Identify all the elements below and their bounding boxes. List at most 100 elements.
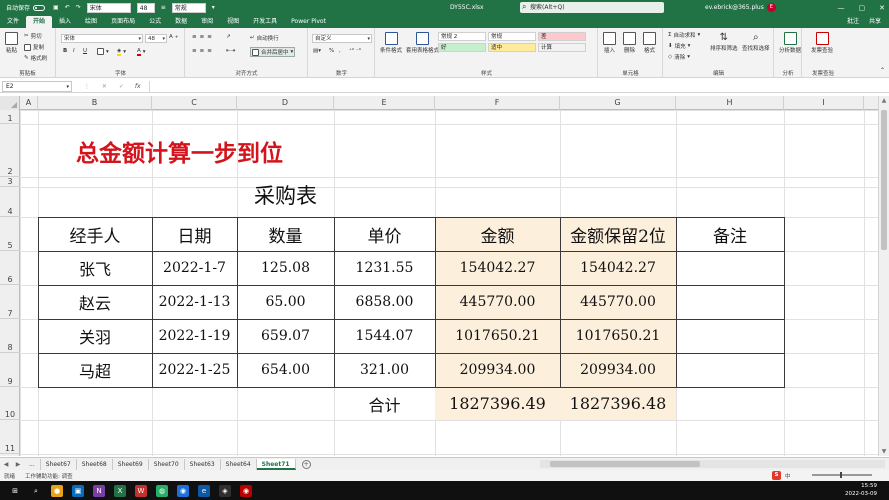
collapse-ribbon-icon[interactable]: ⌃ bbox=[880, 67, 885, 74]
table-cell[interactable]: 209934.00 bbox=[560, 353, 676, 387]
ribbon-tab[interactable]: 开发工具 bbox=[246, 16, 284, 28]
bold-button[interactable]: B bbox=[63, 48, 67, 54]
orientation-button[interactable]: ↗ bbox=[226, 34, 231, 40]
table-cell[interactable]: 1017650.21 bbox=[435, 319, 560, 353]
table-header-cell[interactable]: 金额 bbox=[435, 217, 560, 251]
zoom-slider[interactable] bbox=[812, 472, 872, 478]
insert-cells-button[interactable]: 插入 bbox=[603, 32, 616, 54]
decimal-buttons[interactable]: ⁺⁰ ⁻⁰ bbox=[349, 48, 361, 54]
fill-color-button[interactable]: ◈ ▾ bbox=[117, 48, 126, 56]
row-header[interactable]: 3 bbox=[0, 177, 20, 187]
cell-style-option[interactable]: 适中 bbox=[488, 43, 536, 52]
sheet-tab[interactable]: Sheet63 bbox=[185, 458, 221, 470]
wechat-icon[interactable]: ◍ bbox=[156, 484, 168, 497]
sheet-tab[interactable]: Sheet71 bbox=[256, 458, 296, 470]
sheet-tab-ellipsis[interactable]: ... bbox=[24, 458, 41, 470]
row-header[interactable]: 4 bbox=[0, 187, 20, 217]
column-header[interactable]: B bbox=[38, 96, 152, 110]
sheet-tab[interactable]: Sheet67 bbox=[41, 458, 77, 470]
close-button[interactable]: ✕ bbox=[879, 4, 885, 12]
ribbon-tab[interactable]: 绘图 bbox=[78, 16, 104, 28]
border-button[interactable]: ▾ bbox=[97, 48, 109, 55]
qa-font-box[interactable]: 宋体 bbox=[86, 2, 131, 13]
percent-button[interactable]: % bbox=[329, 48, 334, 54]
row-header[interactable]: 8 bbox=[0, 319, 20, 353]
copy-button[interactable]: 复制 bbox=[24, 43, 44, 51]
table-cell[interactable]: 2022-1-13 bbox=[152, 285, 237, 319]
vertical-align-buttons[interactable]: ≡≡≡ bbox=[192, 34, 215, 40]
record-icon[interactable]: ◉ bbox=[240, 484, 252, 497]
chrome-icon[interactable]: ● bbox=[51, 484, 63, 497]
save-icon[interactable]: ▣ bbox=[53, 4, 59, 11]
table-cell[interactable]: 65.00 bbox=[237, 285, 334, 319]
conditional-format-button[interactable]: 条件格式 bbox=[380, 32, 402, 54]
format-as-table-button[interactable]: 套用表格格式 bbox=[406, 32, 439, 54]
row-header[interactable]: 7 bbox=[0, 285, 20, 319]
share-button[interactable]: 共享 bbox=[869, 16, 881, 28]
ribbon-tab[interactable]: Power Pivot bbox=[284, 16, 333, 28]
table-cell[interactable]: 445770.00 bbox=[560, 285, 676, 319]
indent-buttons[interactable]: ⇤⇥ bbox=[226, 48, 235, 54]
column-header[interactable]: F bbox=[435, 96, 560, 110]
worksheet-grid[interactable]: 总金额计算一步到位 采购表 经手人 日期 数量 单价 金额 金额保留2位 备注 张飞 2022-1-… bbox=[20, 110, 878, 456]
table-header-cell[interactable]: 金额保留2位 bbox=[560, 217, 676, 251]
fill-button[interactable]: ⬇ 填充 ▾ bbox=[668, 42, 690, 50]
autosave-toggle[interactable] bbox=[33, 4, 46, 11]
column-header[interactable]: A bbox=[20, 96, 38, 110]
font-size-select[interactable]: 48 bbox=[145, 34, 167, 43]
qa-format-box[interactable]: 常规 bbox=[171, 2, 206, 13]
cell-style-option[interactable]: 常规 bbox=[488, 32, 536, 41]
onenote-icon[interactable]: N bbox=[93, 484, 105, 497]
windows-start-icon[interactable]: ⊞ bbox=[9, 485, 21, 497]
column-header[interactable]: E bbox=[334, 96, 435, 110]
table-cell[interactable]: 2022-1-19 bbox=[152, 319, 237, 353]
total-label[interactable]: 合计 bbox=[334, 387, 435, 420]
table-cell[interactable]: 1231.55 bbox=[334, 251, 435, 285]
accounting-button[interactable]: ▤▾ bbox=[313, 48, 321, 54]
sheet-tab[interactable]: Sheet64 bbox=[221, 458, 257, 470]
format-cells-button[interactable]: 格式 bbox=[643, 32, 656, 54]
cut-button[interactable]: ✂ 剪切 bbox=[24, 32, 42, 40]
table-cell[interactable]: 6858.00 bbox=[334, 285, 435, 319]
table-cell[interactable] bbox=[676, 319, 784, 353]
vertical-scrollbar[interactable]: ▲ ▼ bbox=[878, 96, 889, 456]
column-header[interactable]: C bbox=[152, 96, 237, 110]
user-account[interactable]: ev.ebrick@365.plus E bbox=[705, 3, 776, 12]
align-icon[interactable]: ≡ bbox=[161, 4, 166, 11]
name-box[interactable]: E2 bbox=[2, 80, 72, 92]
grow-font-button[interactable]: A + bbox=[169, 34, 179, 40]
horizontal-align-buttons[interactable]: ≡≡≡ bbox=[192, 48, 215, 54]
sheet-tab[interactable]: Sheet69 bbox=[113, 458, 149, 470]
table-cell[interactable]: 654.00 bbox=[237, 353, 334, 387]
table-header-cell[interactable]: 日期 bbox=[152, 217, 237, 251]
ime-indicator[interactable]: S 中 bbox=[772, 471, 791, 480]
wrap-text-button[interactable]: ↵ 自动换行 bbox=[250, 34, 279, 42]
delete-cells-button[interactable]: 删除 bbox=[623, 32, 636, 54]
invoice-check-button[interactable]: 发票查验 bbox=[811, 32, 833, 54]
comma-button[interactable]: , bbox=[339, 48, 341, 54]
table-cell[interactable]: 马超 bbox=[38, 353, 152, 387]
table-cell[interactable]: 321.00 bbox=[334, 353, 435, 387]
table-cell[interactable]: 659.07 bbox=[237, 319, 334, 353]
table-header-cell[interactable]: 数量 bbox=[237, 217, 334, 251]
autosum-button[interactable]: Σ 自动求和 ▾ bbox=[668, 31, 700, 39]
autosave[interactable]: 自动保存 bbox=[6, 3, 46, 12]
column-header[interactable]: H bbox=[676, 96, 784, 110]
table-cell[interactable]: 2022-1-25 bbox=[152, 353, 237, 387]
ribbon-tab[interactable]: 视图 bbox=[220, 16, 246, 28]
number-format-select[interactable]: 自定义 bbox=[312, 34, 372, 43]
sheet-tab[interactable]: Sheet68 bbox=[77, 458, 113, 470]
table-cell[interactable]: 209934.00 bbox=[435, 353, 560, 387]
undo-icon[interactable]: ↶ bbox=[65, 4, 70, 11]
table-cell[interactable]: 张飞 bbox=[38, 251, 152, 285]
row-header[interactable]: 10 bbox=[0, 387, 20, 420]
table-cell[interactable]: 关羽 bbox=[38, 319, 152, 353]
merge-center-button[interactable]: 合并后居中 ▾ bbox=[250, 47, 296, 57]
cell-style-option[interactable]: 好 bbox=[438, 43, 486, 52]
horizontal-scroll-thumb[interactable] bbox=[550, 461, 700, 467]
row-header[interactable]: 2 bbox=[0, 124, 20, 177]
table-cell[interactable]: 445770.00 bbox=[435, 285, 560, 319]
find-select-button[interactable]: ⌕ 查找和选择 bbox=[742, 32, 770, 52]
sort-filter-button[interactable]: ⇅ 排序和筛选 bbox=[710, 32, 738, 52]
row-header[interactable]: 5 bbox=[0, 217, 20, 251]
